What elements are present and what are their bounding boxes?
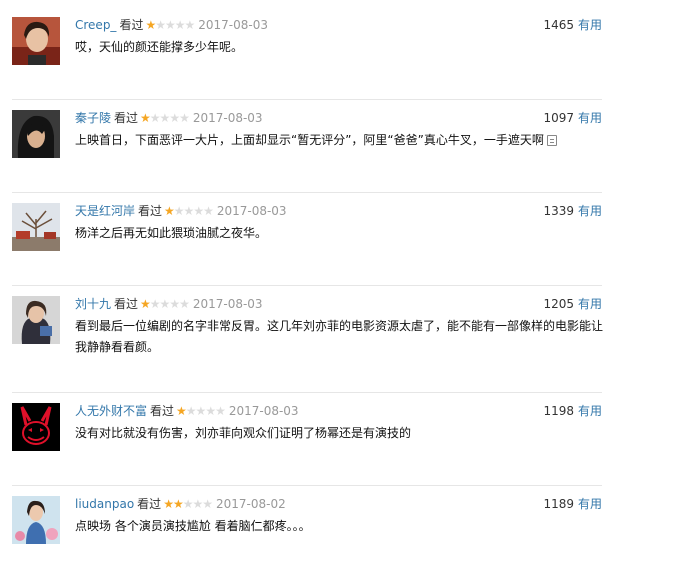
divider xyxy=(12,99,602,100)
review-content: 没有对比就没有伤害，刘亦菲向观众们证明了杨幂还是有演技的 xyxy=(75,426,412,440)
watched-label: 看过 xyxy=(138,204,163,218)
review-meta: liudanpao 看过 ★★★★★ 2017-08-02 xyxy=(75,496,286,512)
review-item: Creep_ 看过 ★★★★★ 2017-08-03 1465 有用 哎，天仙的颜还能撑… xyxy=(12,17,602,109)
review-date: 2017-08-03 xyxy=(216,204,287,218)
vote-count: 1205 xyxy=(543,297,574,311)
user-avatar-girl[interactable] xyxy=(12,296,60,344)
vote-area: 1097 有用 xyxy=(543,110,602,126)
watched-label: 看过 xyxy=(137,497,162,511)
user-avatar-woman-flowers[interactable] xyxy=(12,496,60,544)
review-content: 杨洋之后再无如此猥琐油腻之夜华。 xyxy=(75,226,268,240)
vote-count: 1198 xyxy=(543,404,574,418)
divider xyxy=(12,285,602,286)
review-meta: Creep_ 看过 ★★★★★ 2017-08-03 xyxy=(75,17,268,33)
review-meta: 刘十九 看过 ★★★★★ 2017-08-03 xyxy=(75,296,263,312)
useful-button[interactable]: 有用 xyxy=(578,111,602,125)
vote-count: 1097 xyxy=(543,111,574,125)
review-item: 天是红河岸 看过 ★★★★★ 2017-08-03 1339 有用 杨洋之后再无如此猥琐… xyxy=(12,192,602,295)
user-avatar-long-hair[interactable] xyxy=(12,110,60,158)
star-rating: ★★★★★ xyxy=(163,497,213,511)
vote-count: 1465 xyxy=(543,18,574,32)
username-link[interactable]: 秦子陵 xyxy=(75,111,111,125)
username-link[interactable]: 人无外财不富 xyxy=(75,404,147,418)
useful-button[interactable]: 有用 xyxy=(578,497,602,511)
useful-button[interactable]: 有用 xyxy=(578,204,602,218)
review-meta: 人无外财不富 看过 ★★★★★ 2017-08-03 xyxy=(75,403,299,419)
user-avatar-tree-landscape[interactable] xyxy=(12,203,60,251)
vote-area: 1189 有用 xyxy=(543,496,602,512)
star-rating: ★★★★★ xyxy=(176,404,226,418)
watched-label: 看过 xyxy=(114,297,139,311)
review-content: 哎，天仙的颜还能撑多少年呢。 xyxy=(75,40,244,54)
review-text: 上映首日，下面恶评一大片，上面却显示“暂无评分”，阿里“爸爸”真心牛叉，一手遮天… xyxy=(75,133,544,147)
watched-label: 看过 xyxy=(150,404,175,418)
review-item: liudanpao 看过 ★★★★★ 2017-08-02 1189 有用 点映场 各个… xyxy=(12,485,602,588)
review-date: 2017-08-03 xyxy=(228,404,299,418)
review-item: 秦子陵 看过 ★★★★★ 2017-08-03 1097 有用 上映首日，下面恶评一大片… xyxy=(12,99,605,202)
username-link[interactable]: Creep_ xyxy=(75,18,116,32)
useful-button[interactable]: 有用 xyxy=(578,404,602,418)
vote-count: 1339 xyxy=(543,204,574,218)
divider xyxy=(12,192,602,193)
vote-count: 1189 xyxy=(543,497,574,511)
user-avatar-young-man[interactable] xyxy=(12,17,60,65)
star-rating: ★★★★★ xyxy=(145,18,195,32)
watched-label: 看过 xyxy=(114,111,139,125)
review-content: 点映场 各个演员演技尴尬 看着脑仁都疼。。。 xyxy=(75,519,311,533)
username-link[interactable]: liudanpao xyxy=(75,497,134,511)
review-content: 看到最后一位编剧的名字非常反胃。这几年刘亦菲的电影资源太虐了，能不能有一部像样的… xyxy=(75,319,604,354)
watched-label: 看过 xyxy=(119,18,144,32)
review-meta: 天是红河岸 看过 ★★★★★ 2017-08-03 xyxy=(75,203,287,219)
expand-icon[interactable] xyxy=(546,135,557,146)
review-date: 2017-08-03 xyxy=(192,111,263,125)
user-avatar-red-rabbit[interactable] xyxy=(12,403,60,451)
review-meta: 秦子陵 看过 ★★★★★ 2017-08-03 xyxy=(75,110,263,126)
review-date: 2017-08-02 xyxy=(215,497,286,511)
review-date: 2017-08-03 xyxy=(198,18,268,32)
username-link[interactable]: 刘十九 xyxy=(75,297,111,311)
star-rating: ★★★★★ xyxy=(140,111,190,125)
star-rating: ★★★★★ xyxy=(140,297,190,311)
vote-area: 1198 有用 xyxy=(543,403,602,419)
vote-area: 1339 有用 xyxy=(543,203,602,219)
divider xyxy=(12,392,602,393)
vote-area: 1465 有用 xyxy=(543,17,602,33)
useful-button[interactable]: 有用 xyxy=(578,297,602,311)
review-item: 人无外财不富 看过 ★★★★★ 2017-08-03 1198 有用 没有对比就没有伤害… xyxy=(12,392,602,495)
username-link[interactable]: 天是红河岸 xyxy=(75,204,135,218)
useful-button[interactable]: 有用 xyxy=(578,18,602,32)
review-content: 上映首日，下面恶评一大片，上面却显示“暂无评分”，阿里“爸爸”真心牛叉，一手遮天… xyxy=(75,130,605,151)
review-item: 刘十九 看过 ★★★★★ 2017-08-03 1205 有用 看到最后一位编剧的名字非… xyxy=(12,285,604,388)
review-date: 2017-08-03 xyxy=(192,297,263,311)
vote-area: 1205 有用 xyxy=(543,296,602,312)
star-rating: ★★★★★ xyxy=(164,204,214,218)
divider xyxy=(12,485,602,486)
